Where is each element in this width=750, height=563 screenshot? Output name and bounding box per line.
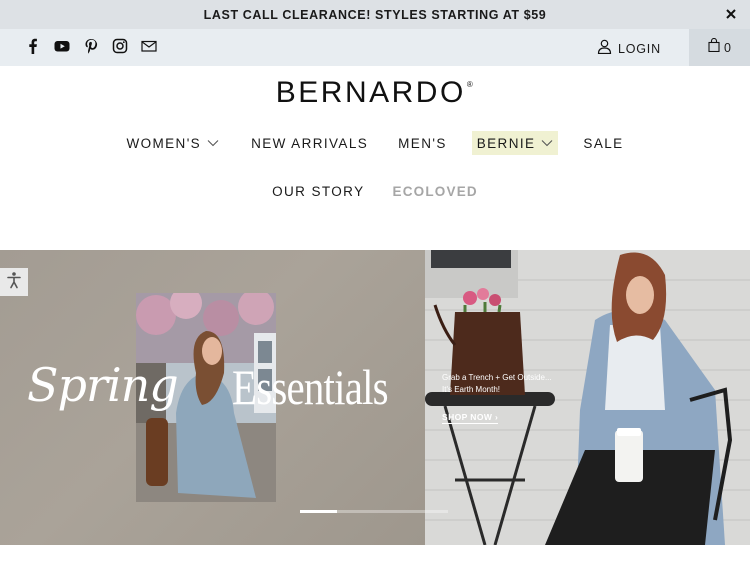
announcement-bar: LAST CALL CLEARANCE! STYLES STARTING AT … [0,0,750,29]
chevron-down-icon [207,140,219,147]
facebook-icon[interactable] [25,38,41,54]
nav-bernie[interactable]: BERNIE [471,131,559,155]
hero-headline-essentials: Essentials [232,359,389,415]
nav-our-story[interactable]: OUR STORY [267,179,369,203]
user-icon [597,39,612,59]
youtube-icon[interactable] [54,38,70,54]
hero-right-panel: Grab a Trench + Get Outside... It's Eart… [425,250,750,545]
promo-line-2: It's Earth Month! [442,385,500,394]
nav-mens[interactable]: MEN'S [393,131,452,155]
announcement-text: LAST CALL CLEARANCE! STYLES STARTING AT … [203,7,547,22]
nav-ecoloved-label: ECOLOVED [392,183,478,199]
login-link[interactable]: LOGIN [597,39,661,59]
arrow-right-icon: › [495,412,499,422]
cart-button[interactable]: 0 [689,29,750,66]
promo-line-1: Grab a Trench + Get Outside... [442,373,552,382]
close-icon[interactable] [724,7,738,21]
nav-sale[interactable]: SALE [578,131,628,155]
instagram-icon[interactable] [112,38,128,54]
nav-new-arrivals-label: NEW ARRIVALS [251,135,369,151]
main-nav-row-2: OUR STORY ECOLOVED [0,179,750,203]
hero-left-panel: Spring Essentials [0,250,425,545]
nav-ecoloved[interactable]: ECOLOVED [388,179,483,203]
registered-mark: ® [466,80,476,89]
email-icon[interactable] [141,38,157,54]
nav-sale-label: SALE [583,135,624,151]
hero-headline-spring: Spring [27,358,179,412]
social-links [25,38,157,54]
main-nav-row-1: WOMEN'S NEW ARRIVALS MEN'S BERNIE SALE [0,131,750,155]
accessibility-icon [5,271,23,294]
shopping-bag-icon [708,37,720,57]
nav-womens[interactable]: WOMEN'S [121,131,224,155]
hero-banner[interactable]: Spring Essentials Grab a Trench + Get Ou… [0,250,750,545]
nav-womens-label: WOMEN'S [126,135,202,151]
site-logo[interactable]: BERNARDO® [276,76,474,109]
pinterest-icon[interactable] [83,38,99,54]
login-label: LOGIN [618,42,661,56]
nav-mens-label: MEN'S [398,135,447,151]
nav-bernie-label: BERNIE [476,135,536,151]
slider-progress-fill [300,510,337,513]
utility-bar: LOGIN 0 [0,29,750,66]
nav-our-story-label: OUR STORY [272,183,365,199]
shop-now-label: SHOP NOW [442,412,493,422]
logo-wordmark: BERNARDO [275,76,466,109]
nav-new-arrivals[interactable]: NEW ARRIVALS [246,131,373,155]
cart-count: 0 [724,40,731,55]
site-logo-container: BERNARDO® [0,76,750,110]
shop-now-link[interactable]: SHOP NOW › [442,412,499,424]
chevron-down-icon [542,140,553,147]
accessibility-button[interactable] [0,268,28,296]
